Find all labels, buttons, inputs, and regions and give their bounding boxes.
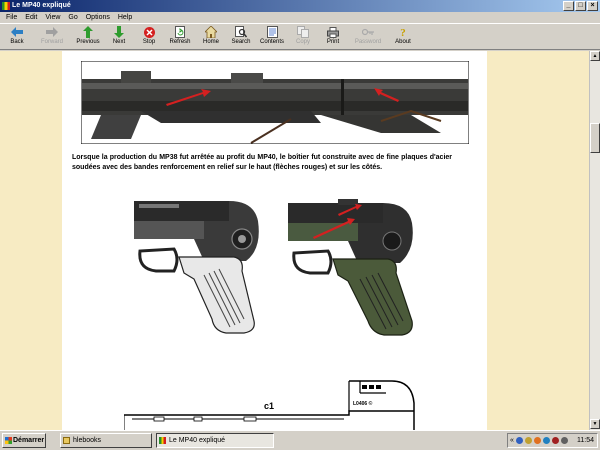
- receiver-illustration-left: [134, 201, 259, 334]
- scroll-up-arrow-icon[interactable]: ▲: [590, 51, 600, 61]
- menu-go[interactable]: Go: [64, 12, 81, 23]
- print-button[interactable]: Print: [318, 24, 348, 49]
- search-button[interactable]: Search: [226, 24, 256, 49]
- back-label: Back: [10, 39, 24, 45]
- receiver-illustration-right: [288, 199, 413, 336]
- previous-label: Previous: [76, 39, 100, 45]
- update-icon[interactable]: [533, 437, 541, 444]
- minimize-button[interactable]: _: [563, 1, 574, 11]
- monitor-icon[interactable]: [560, 437, 568, 444]
- previous-button[interactable]: Previous: [72, 24, 104, 49]
- antivirus-icon[interactable]: [551, 437, 559, 444]
- menu-file[interactable]: File: [2, 12, 21, 23]
- description-paragraph: Lorsque la production du MP38 fut arrêté…: [72, 154, 452, 171]
- scrollbar-thumb[interactable]: [590, 123, 600, 153]
- next-button[interactable]: Next: [104, 24, 134, 49]
- menu-view[interactable]: View: [41, 12, 64, 23]
- stop-label: Stop: [142, 39, 156, 45]
- forward-button[interactable]: Forward: [32, 24, 72, 49]
- menu-options[interactable]: Options: [82, 12, 114, 23]
- app-icon: [2, 2, 10, 10]
- key-icon: [362, 26, 374, 38]
- drawing-label: c1: [264, 401, 274, 411]
- task-hlebooks-label: hlebooks: [73, 437, 102, 444]
- taskbar: Démarrer hlebooks Le MP40 expliqué « 11:…: [0, 430, 600, 450]
- task-mp40-label: Le MP40 expliqué: [169, 437, 226, 444]
- receiver-photo: [81, 61, 469, 144]
- close-button[interactable]: ×: [587, 1, 598, 11]
- svg-text:?: ?: [400, 27, 406, 38]
- maximize-button[interactable]: □: [575, 1, 586, 11]
- window-title: Le MP40 expliqué: [12, 2, 71, 9]
- copy-icon: [297, 26, 309, 38]
- app-icon: [159, 437, 166, 444]
- forward-label: Forward: [40, 39, 63, 45]
- volume-icon[interactable]: [524, 437, 532, 444]
- clock[interactable]: 11:54: [577, 434, 594, 447]
- drawing-number: L0406 ©: [353, 400, 373, 407]
- about-button[interactable]: ? About: [388, 24, 418, 49]
- copy-label: Copy: [295, 39, 310, 45]
- start-button[interactable]: Démarrer: [2, 433, 46, 448]
- stop-button[interactable]: Stop: [134, 24, 164, 49]
- document-viewport[interactable]: Lorsque la production du MP38 fut arrêté…: [0, 51, 589, 430]
- windows-logo-icon: [5, 437, 12, 444]
- stop-icon: [143, 26, 155, 38]
- print-label: Print: [326, 39, 340, 45]
- back-arrow-icon: [11, 26, 23, 38]
- toolbar: Back Forward Previous Next Stop Refresh …: [0, 23, 600, 50]
- window-titlebar[interactable]: Le MP40 expliqué _ □ ×: [0, 0, 600, 12]
- system-tray: « 11:54: [507, 433, 598, 448]
- up-arrow-icon: [82, 26, 94, 38]
- scroll-down-arrow-icon[interactable]: ▼: [590, 419, 600, 429]
- security-icon[interactable]: [542, 437, 550, 444]
- refresh-button[interactable]: Refresh: [164, 24, 196, 49]
- password-label: Password: [354, 39, 382, 45]
- menu-bar: File Edit View Go Options Help: [0, 12, 600, 23]
- refresh-label: Refresh: [169, 39, 191, 45]
- network-icon[interactable]: [515, 437, 523, 444]
- task-hlebooks[interactable]: hlebooks: [60, 433, 152, 448]
- down-arrow-icon: [113, 26, 125, 38]
- password-button[interactable]: Password: [348, 24, 388, 49]
- technical-drawing: c1 L0406 ©: [124, 380, 415, 430]
- next-label: Next: [112, 39, 126, 45]
- forward-arrow-icon: [46, 26, 58, 38]
- menu-edit[interactable]: Edit: [21, 12, 41, 23]
- copy-button[interactable]: Copy: [288, 24, 318, 49]
- print-icon: [327, 26, 339, 38]
- home-label: Home: [202, 39, 219, 45]
- home-icon: [205, 26, 217, 38]
- vertical-scrollbar[interactable]: ▲ ▼: [589, 51, 600, 430]
- arrow-icon[interactable]: «: [510, 437, 514, 444]
- task-mp40[interactable]: Le MP40 expliqué: [156, 433, 274, 448]
- contents-label: Contents: [259, 39, 284, 45]
- about-icon: ?: [397, 26, 409, 38]
- start-label: Démarrer: [13, 437, 45, 444]
- contents-button[interactable]: Contents: [256, 24, 288, 49]
- menu-help[interactable]: Help: [114, 12, 136, 23]
- search-label: Search: [231, 39, 251, 45]
- back-button[interactable]: Back: [2, 24, 32, 49]
- about-label: About: [395, 39, 411, 45]
- search-icon: [235, 26, 247, 38]
- page-content: Lorsque la production du MP38 fut arrêté…: [62, 51, 487, 430]
- contents-icon: [266, 26, 278, 38]
- refresh-icon: [174, 26, 186, 38]
- folder-icon: [63, 437, 70, 444]
- home-button[interactable]: Home: [196, 24, 226, 49]
